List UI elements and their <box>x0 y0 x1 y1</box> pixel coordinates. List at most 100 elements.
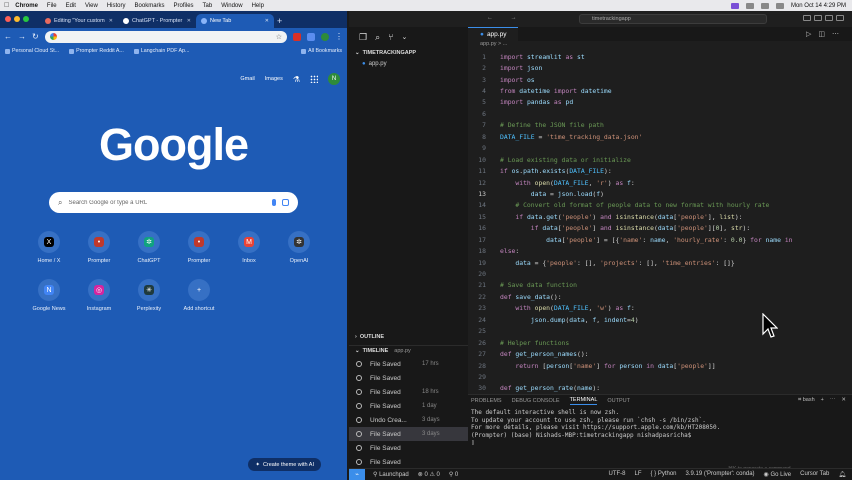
shortcut-tile[interactable]: ✳ Perplexity <box>124 279 174 312</box>
problems-count[interactable]: ⊗ 0 ⚠ 0 <box>418 471 440 478</box>
timeline-entry[interactable]: File Saved 1 day <box>349 399 468 413</box>
timeline-entry[interactable]: File Saved <box>349 441 468 455</box>
shortcut-tile[interactable]: N Google News <box>24 279 74 312</box>
toggle-sidebar-icon[interactable] <box>803 15 811 21</box>
launchpad-item[interactable]: ⚲ Launchpad <box>373 471 409 478</box>
close-tab-icon[interactable]: ✕ <box>187 18 191 24</box>
wifi-icon[interactable] <box>745 2 754 9</box>
close-tab-icon[interactable]: ✕ <box>109 18 113 24</box>
timeline-entry[interactable]: File Saved 18 hrs <box>349 385 468 399</box>
code-line[interactable]: 1 import streamlit as st <box>468 51 852 62</box>
zoom-window-icon[interactable] <box>23 16 29 22</box>
code-line[interactable]: 4 from datetime import datetime <box>468 85 852 96</box>
code-line[interactable]: 21 # Save data function <box>468 280 852 291</box>
chrome-tab-newtab[interactable]: New Tab ✕ <box>196 14 274 28</box>
address-input[interactable] <box>60 33 272 40</box>
code-line[interactable]: 22 def save_data(): <box>468 291 852 302</box>
bookmark-item[interactable]: Personal Cloud St... <box>5 48 59 54</box>
eol-item[interactable]: LF <box>634 471 641 478</box>
encoding-item[interactable]: UTF-8 <box>608 471 625 478</box>
code-line[interactable]: 2 import json <box>468 62 852 73</box>
code-line[interactable]: 23 with open(DATA_FILE, 'w') as f: <box>468 303 852 314</box>
chrome-tab-editing[interactable]: Editing "Your custom ✕ <box>40 14 118 28</box>
back-arrow-icon[interactable]: ← <box>4 32 12 41</box>
code-line[interactable]: 26 # Helper functions <box>468 337 852 348</box>
code-line[interactable]: 6 <box>468 108 852 119</box>
extension-red-icon[interactable] <box>293 32 301 41</box>
code-line[interactable]: 14 # Convert old format of people data t… <box>468 200 852 211</box>
google-lens-icon[interactable] <box>282 199 289 206</box>
timeline-entry[interactable]: File Saved <box>349 455 468 469</box>
new-tab-plus-icon[interactable]: + <box>277 14 282 28</box>
nav-back-forward-icon[interactable]: ← → <box>487 15 525 21</box>
language-item[interactable]: { } Python <box>651 471 677 478</box>
go-live-item[interactable]: ◉ Go Live <box>764 471 792 478</box>
interpreter-item[interactable]: 3.9.19 ('Prompter': conda) <box>686 471 755 478</box>
code-line[interactable]: 30 def get_person_rate(name): <box>468 383 852 394</box>
menu-edit[interactable]: Edit <box>66 3 76 9</box>
notifications-bell-icon[interactable]: 🔔︎ <box>838 471 846 478</box>
code-line[interactable]: 12 with open(DATA_FILE, 'r') as f: <box>468 177 852 188</box>
code-line[interactable]: 9 <box>468 143 852 154</box>
chevron-down-icon[interactable]: ⌄ <box>402 33 408 41</box>
create-theme-button[interactable]: ✦ Create theme with AI <box>248 458 321 471</box>
more-actions-icon[interactable]: ⋯ <box>830 397 836 404</box>
bookmark-item[interactable]: Langchain PDF Ap... <box>133 48 189 54</box>
gmail-link[interactable]: Gmail <box>240 76 254 82</box>
minimize-window-icon[interactable] <box>14 16 20 22</box>
shortcut-tile[interactable]: • Prompter <box>174 231 224 264</box>
code-line[interactable]: 15 if data.get('people') and isinstance(… <box>468 211 852 222</box>
forward-arrow-icon[interactable]: → <box>18 32 26 41</box>
code-area[interactable]: 1 import streamlit as st 2 import json 3 impo… <box>468 51 852 394</box>
menu-clock[interactable]: Mon Oct 14 4:29 PM <box>791 3 846 9</box>
battery-icon[interactable] <box>760 2 769 9</box>
menu-profiles[interactable]: Profiles <box>174 3 194 9</box>
new-terminal-plus-icon[interactable]: + <box>821 397 824 404</box>
timeline-entry[interactable]: File Saved 3 days <box>349 427 468 441</box>
all-bookmarks-button[interactable]: All Bookmarks <box>301 48 342 54</box>
voice-search-mic-icon[interactable] <box>272 199 276 206</box>
remote-indicator-icon[interactable]: ⌁ <box>349 468 365 480</box>
search-input[interactable] <box>68 199 266 206</box>
file-item-app-py[interactable]: ● app.py <box>349 58 468 69</box>
code-line[interactable]: 20 <box>468 268 852 279</box>
source-control-icon[interactable]: ⑂ <box>388 32 393 42</box>
code-line[interactable]: 5 import pandas as pd <box>468 97 852 108</box>
search-icon[interactable]: ⌕ <box>375 32 380 43</box>
menu-tab[interactable]: Tab <box>203 3 213 9</box>
timeline-entry[interactable]: File Saved <box>349 371 468 385</box>
shortcut-tile[interactable]: • Prompter <box>74 231 124 264</box>
bookmark-item[interactable]: Prompter Reddit A... <box>69 48 124 54</box>
ports-count[interactable]: ⚲ 0 <box>449 471 458 478</box>
google-apps-icon[interactable] <box>310 75 318 83</box>
screen-recorder-icon[interactable] <box>730 2 739 9</box>
toggle-panel-icon[interactable] <box>814 15 822 21</box>
timeline-entry[interactable]: Undo Crea... 3 days <box>349 413 468 427</box>
outline-header[interactable]: › OUTLINE <box>349 331 468 342</box>
explorer-files-icon[interactable]: ❐ <box>359 32 367 43</box>
ntp-search-box[interactable]: ⌕ <box>49 192 298 213</box>
panel-tab-debug-console[interactable]: DEBUG CONSOLE <box>512 398 560 404</box>
shortcut-tile[interactable]: + Add shortcut <box>174 279 224 312</box>
code-line[interactable]: 19 data = {'people': [], 'projects': [],… <box>468 257 852 268</box>
apple-icon[interactable]:  <box>4 2 9 9</box>
run-play-icon[interactable]: ▷ <box>806 31 818 38</box>
code-line[interactable]: 18 else: <box>468 245 852 256</box>
panel-tab-terminal[interactable]: TERMINAL <box>569 397 598 405</box>
code-line[interactable]: 8 DATA_FILE = 'time_tracking_data.json' <box>468 131 852 142</box>
shortcut-tile[interactable]: ◎ Instagram <box>74 279 124 312</box>
reload-icon[interactable]: ↻ <box>32 32 39 41</box>
shortcut-tile[interactable]: ✲ ChatGPT <box>124 231 174 264</box>
code-line[interactable]: 13 data = json.load(f) <box>468 188 852 199</box>
control-center-icon[interactable] <box>775 2 784 9</box>
cursor-tab-item[interactable]: Cursor Tab <box>800 471 829 478</box>
code-line[interactable]: 16 if data['people'] and isinstance(data… <box>468 223 852 234</box>
close-panel-icon[interactable]: ✕ <box>841 397 846 404</box>
editor-tab-app-py[interactable]: ● app.py <box>468 27 519 41</box>
address-bar[interactable]: ☆ <box>44 30 287 43</box>
code-line[interactable]: 25 <box>468 326 852 337</box>
menu-view[interactable]: View <box>85 3 98 9</box>
terminal-output[interactable]: The default interactive shell is now zsh… <box>468 407 852 447</box>
close-window-icon[interactable] <box>5 16 11 22</box>
breadcrumb[interactable]: app.py > ... <box>468 41 852 50</box>
